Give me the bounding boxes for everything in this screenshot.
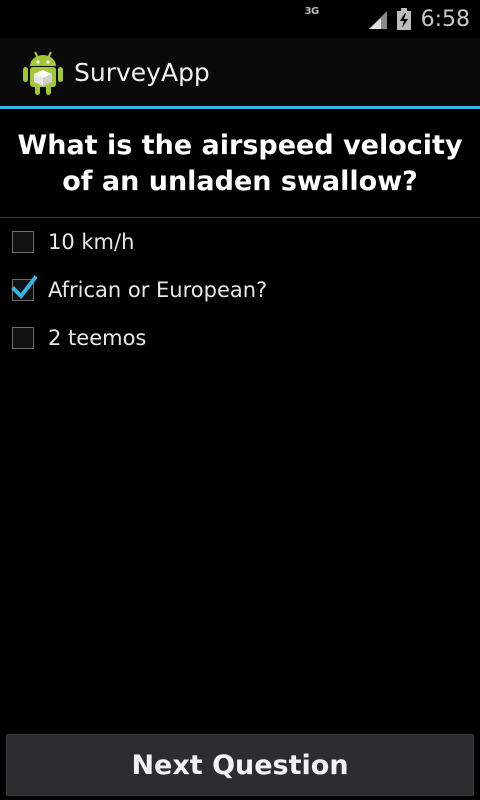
next-question-button[interactable]: Next Question bbox=[6, 734, 474, 796]
next-question-label: Next Question bbox=[131, 749, 349, 781]
option-checkbox-checked[interactable] bbox=[11, 275, 37, 301]
action-bar: SurveyApp bbox=[0, 38, 480, 106]
option-row[interactable]: 2 teemos bbox=[0, 314, 480, 362]
answer-options: 10 km/h African or European? 2 teemos bbox=[0, 218, 480, 362]
option-label: African or European? bbox=[48, 278, 268, 302]
action-bar-divider bbox=[0, 106, 480, 109]
option-checkbox[interactable] bbox=[12, 327, 34, 349]
option-label: 2 teemos bbox=[48, 326, 147, 350]
status-clock: 6:58 bbox=[420, 6, 470, 32]
option-row[interactable]: African or European? bbox=[0, 266, 480, 314]
battery-icon bbox=[396, 8, 411, 30]
option-checkbox[interactable] bbox=[12, 231, 34, 253]
survey-screen: 3G 6:58 SurveyApp What is the airspeed v… bbox=[0, 0, 480, 800]
question-text: What is the airspeed velocity of an unla… bbox=[17, 130, 463, 197]
status-bar: 3G 6:58 bbox=[0, 0, 480, 38]
option-label: 10 km/h bbox=[48, 230, 135, 254]
option-row[interactable]: 10 km/h bbox=[0, 218, 480, 266]
signal-icon bbox=[368, 11, 387, 29]
checkmark-icon bbox=[11, 275, 37, 300]
status-area: 3G 6:58 bbox=[305, 0, 470, 38]
network-type-label: 3G bbox=[304, 6, 320, 17]
android-robot-icon[interactable] bbox=[22, 50, 64, 96]
app-title: SurveyApp bbox=[74, 58, 210, 87]
